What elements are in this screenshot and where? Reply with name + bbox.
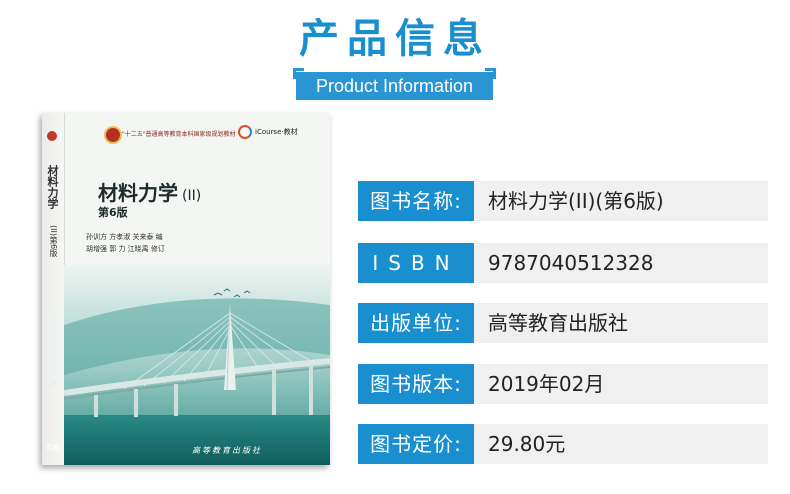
info-row-version: 图书版本: 2019年02月 (358, 364, 768, 404)
spine-title: 材料力学 (46, 165, 59, 209)
info-row-title: 图书名称: 材料力学(II)(第6版) (358, 181, 768, 221)
info-value-price: 29.80元 (474, 424, 768, 464)
book-series-label: "十二五"普通高等教育本科国家级规划教材 (122, 131, 236, 138)
book-publisher-mark: 高等教育出版社 (192, 446, 262, 455)
info-label-isbn: ISBN (358, 243, 474, 283)
info-value-version: 2019年02月 (474, 364, 768, 404)
info-row-isbn: ISBN 9787040512328 (358, 243, 768, 283)
info-label-publisher: 出版单位: (358, 303, 474, 343)
icourse-label: iCourse·教材 (255, 128, 298, 136)
spine-authors: 孙训方 方孝淑 关来泰 编 (50, 309, 58, 386)
book-cover-image: 材料力学 (II)第6版 孙训方 方孝淑 关来泰 编 高教 "十二五"普通高等教… (42, 113, 330, 465)
info-value-publisher: 高等教育出版社 (474, 303, 768, 343)
page-heading-en: Product Information (293, 68, 496, 100)
spine-publisher: 高教 (46, 444, 60, 452)
info-row-price: 图书定价: 29.80元 (358, 424, 768, 464)
book-volume: (II) (182, 188, 202, 204)
cover-bridge-illustration (64, 265, 330, 465)
info-row-publisher: 出版单位: 高等教育出版社 (358, 303, 768, 343)
info-value-title: 材料力学(II)(第6版) (474, 181, 768, 221)
info-label-price: 图书定价: (358, 424, 474, 464)
book-title-text: 材料力学 (98, 181, 178, 205)
book-spine: 材料力学 (II)第6版 孙训方 方孝淑 关来泰 编 高教 (42, 113, 65, 465)
icourse-badge: iCourse·教材 (238, 125, 298, 139)
book-edition: 第6版 (98, 206, 128, 219)
spine-emblem-icon (47, 131, 57, 141)
spine-edition: (II)第6版 (49, 225, 58, 258)
book-title: 材料力学 (II) (98, 177, 201, 206)
info-label-title: 图书名称: (358, 181, 474, 221)
icourse-icon (238, 125, 252, 139)
book-authors-line1: 孙训方 方孝淑 关来泰 编 (86, 233, 163, 241)
page-heading-cn: 产品信息 (299, 16, 491, 62)
book-authors-line2: 胡增强 郭 力 江晓禹 修订 (86, 245, 165, 253)
info-label-version: 图书版本: (358, 364, 474, 404)
bridge-illustration-svg (64, 265, 330, 465)
university-emblem-icon (104, 126, 122, 144)
info-value-isbn: 9787040512328 (474, 243, 768, 283)
